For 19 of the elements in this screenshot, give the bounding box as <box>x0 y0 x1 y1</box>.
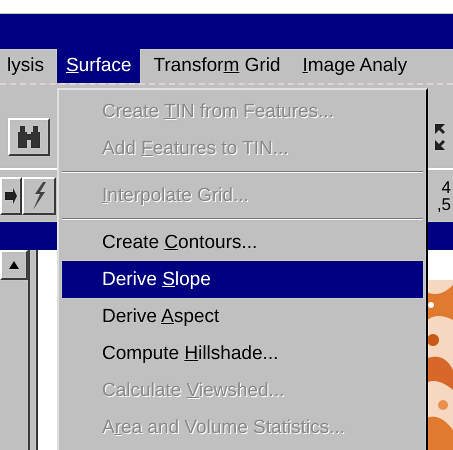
menu-item[interactable]: Derive Slope <box>62 261 423 298</box>
menu-item[interactable]: Derive Aspect <box>62 298 423 335</box>
lightning-icon <box>31 182 47 210</box>
toolbar-readout: ,5 <box>436 196 451 214</box>
toolbar-readout: 4 <box>442 179 451 196</box>
menu-item[interactable]: Compute Hillshade... <box>62 335 423 372</box>
binoculars-button[interactable] <box>8 118 50 156</box>
up-arrow-icon <box>9 261 19 269</box>
lightning-button[interactable] <box>22 177 56 216</box>
scroll-up-button[interactable] <box>0 250 28 280</box>
menu-item[interactable]: Create Contours... <box>62 224 423 261</box>
menu-title[interactable]: lysis <box>0 48 53 83</box>
menu-title[interactable]: Surface <box>56 48 140 83</box>
arrow-icon <box>5 188 17 204</box>
resize-arrows-icon <box>435 124 445 150</box>
toolbar-button[interactable] <box>0 177 22 216</box>
menu-title[interactable]: Image Analy <box>294 48 416 83</box>
menu-title[interactable]: Transform Grid <box>144 48 290 83</box>
binoculars-icon <box>16 124 42 150</box>
